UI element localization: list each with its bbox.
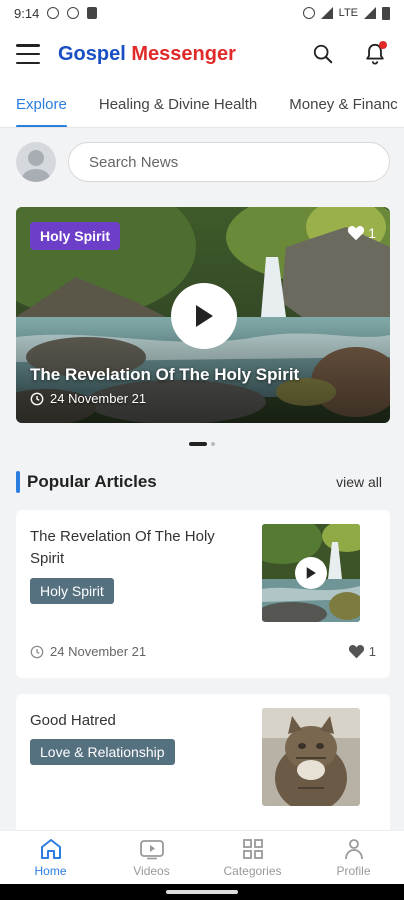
nav-label: Profile	[336, 864, 371, 878]
featured-category-badge[interactable]: Holy Spirit	[30, 222, 121, 250]
brand-name-part2: Messenger	[131, 42, 236, 65]
cell-signal-icon	[364, 7, 376, 19]
nav-categories[interactable]: Categories	[202, 831, 303, 884]
article-title[interactable]: Good Hatred	[30, 710, 240, 732]
nav-label: Categories	[223, 864, 282, 878]
clock-icon	[30, 392, 44, 405]
user-icon	[344, 839, 363, 860]
featured-date: 24 November 21	[50, 391, 147, 406]
article-title[interactable]: The Revelation Of The Holy Spirit	[30, 526, 240, 570]
article-like-count: 1	[368, 644, 376, 659]
section-accent-bar	[16, 471, 20, 493]
battery-icon	[382, 6, 390, 20]
brand-logo: Gospel Messenger	[58, 43, 236, 66]
view-all-link[interactable]: view all	[336, 474, 382, 490]
app-notification-icon	[47, 7, 60, 19]
notification-badge	[379, 41, 387, 49]
article-category-badge[interactable]: Love & Relationship	[30, 739, 175, 765]
nav-home[interactable]: Home	[0, 831, 101, 884]
article-date: 24 November 21	[50, 644, 147, 659]
carousel-dot[interactable]	[211, 442, 215, 446]
category-tabs: Explore Healing & Divine Health Money & …	[0, 82, 404, 128]
featured-date-row: 24 November 21	[30, 391, 146, 406]
cat-thumbnail-image	[262, 708, 360, 806]
article-category-badge[interactable]: Holy Spirit	[30, 578, 114, 604]
menu-icon[interactable]	[16, 44, 40, 64]
alarm-icon	[302, 7, 315, 19]
home-icon	[40, 839, 61, 859]
brand-name-part1: Gospel	[58, 42, 126, 65]
featured-like-button[interactable]: 1	[347, 225, 376, 241]
status-time: 9:14	[14, 5, 40, 21]
search-row	[16, 140, 390, 184]
article-thumbnail[interactable]	[262, 524, 360, 622]
nav-profile[interactable]: Profile	[303, 831, 404, 884]
network-type: LTE	[338, 7, 358, 19]
featured-title[interactable]: The Revelation Of The Holy Spirit	[30, 365, 299, 385]
play-icon	[196, 305, 213, 327]
gmail-icon	[67, 7, 80, 19]
article-card[interactable]: Good Hatred Love & Relationship	[16, 694, 390, 844]
popular-articles-header: Popular Articles view all	[16, 470, 382, 494]
section-title: Popular Articles	[27, 472, 157, 491]
wifi-signal-icon	[320, 7, 333, 19]
search-icon[interactable]	[310, 41, 336, 67]
nav-videos[interactable]: Videos	[101, 831, 202, 884]
article-thumbnail[interactable]	[262, 708, 360, 806]
grid-icon	[242, 839, 263, 859]
tab-money-finance[interactable]: Money & Financ	[273, 82, 404, 127]
clock-icon	[30, 645, 44, 658]
app-header: Gospel Messenger	[0, 26, 404, 82]
article-date-row: 24 November 21	[30, 644, 146, 659]
tab-healing-divine-health[interactable]: Healing & Divine Health	[83, 82, 273, 127]
featured-play-button[interactable]	[171, 283, 237, 349]
carousel-dot-active[interactable]	[189, 442, 207, 446]
featured-like-count: 1	[368, 225, 376, 241]
featured-article-card[interactable]: Holy Spirit 1 The Revelation Of The Holy…	[16, 207, 390, 423]
avatar[interactable]	[16, 142, 56, 182]
carousel-indicator	[0, 442, 404, 446]
status-bar: 9:14 LTE	[0, 0, 404, 26]
bottom-navigation: Home Videos Categories Profile	[0, 830, 404, 884]
home-gesture-handle[interactable]	[166, 890, 238, 894]
nav-label: Videos	[133, 864, 170, 878]
heart-icon	[348, 226, 365, 241]
notification-bell-icon[interactable]	[362, 41, 388, 67]
heart-icon	[348, 644, 364, 659]
storage-icon	[87, 7, 98, 19]
tab-explore[interactable]: Explore	[0, 82, 83, 127]
thumbnail-play-button[interactable]	[295, 557, 327, 589]
search-input[interactable]	[68, 142, 390, 182]
article-card[interactable]: The Revelation Of The Holy Spirit Holy S…	[16, 510, 390, 678]
article-like-button[interactable]: 1	[348, 644, 376, 659]
nav-label: Home	[34, 864, 67, 878]
play-icon	[306, 567, 316, 579]
video-icon	[139, 840, 164, 860]
